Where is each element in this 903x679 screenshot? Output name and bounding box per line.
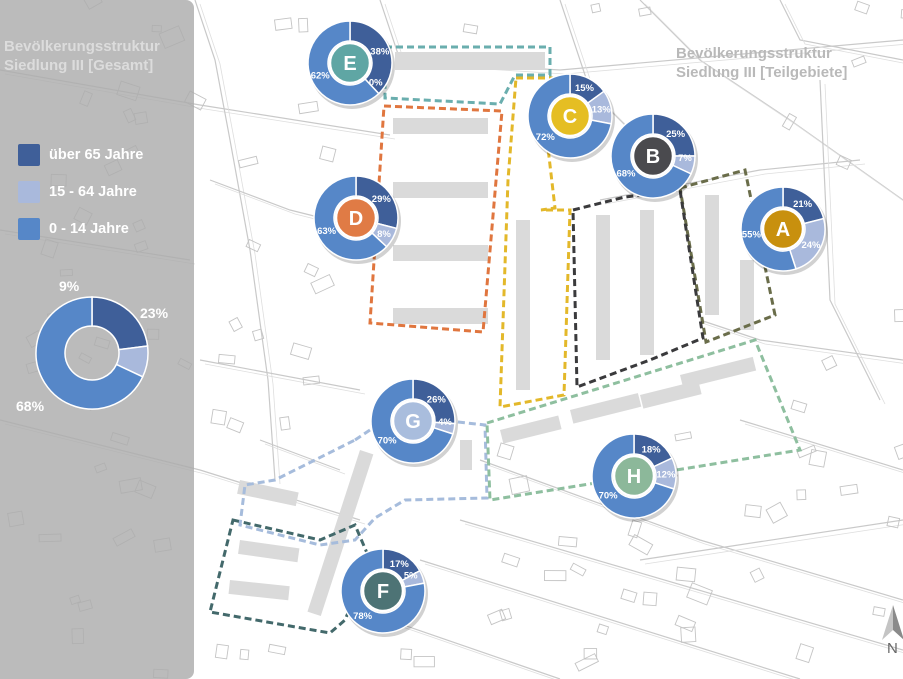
area-g-label-over65: 26%: [427, 395, 447, 406]
north-label: N: [887, 640, 898, 657]
area-f-label-age0to14: 78%: [353, 611, 373, 622]
area-e-label-age15to64: 0%: [369, 78, 383, 89]
area-g-label-age0to14: 70%: [378, 435, 398, 446]
overall-label-over65: 23%: [140, 305, 169, 321]
overall-title-line1: Bevölkerungsstruktur: [4, 38, 160, 55]
area-b-label-over65: 25%: [666, 129, 686, 140]
area-f-label-over65: 17%: [390, 559, 410, 570]
area-c-label-over65: 15%: [575, 83, 595, 94]
legend-label-0to14: 0 - 14 Jahre: [49, 221, 129, 237]
area-letter-b: B: [646, 146, 660, 168]
area-letter-e: E: [343, 53, 356, 75]
legend-swatch-15to64: [18, 181, 40, 203]
area-letter-f: F: [377, 581, 389, 603]
overall-title: Bevölkerungsstruktur Siedlung III [Gesam…: [4, 37, 160, 75]
area-h-label-age15to64: 12%: [656, 470, 676, 481]
subareas-title: Bevölkerungsstruktur Siedlung III [Teilg…: [676, 44, 847, 82]
area-letter-h: H: [627, 466, 641, 488]
donut-area-b: B 25% 7% 68%: [610, 113, 698, 202]
donut-area-g: G 26% 4% 70%: [370, 378, 458, 467]
area-d-label-age0to14: 63%: [317, 226, 337, 237]
area-e-label-age0to14: 62%: [311, 70, 331, 81]
subareas-title-line2: Siedlung III [Teilgebiete]: [676, 64, 848, 81]
area-e-label-over65: 38%: [370, 47, 390, 58]
legend-item-over65: über 65 Jahre: [18, 144, 143, 166]
legend-item-0to14: 0 - 14 Jahre: [18, 218, 129, 240]
area-letter-g: G: [405, 411, 421, 433]
north-arrow-right: [893, 605, 903, 640]
legend-swatch-0to14: [18, 218, 40, 240]
area-d-label-over65: 29%: [372, 194, 392, 205]
overall-label-15to64: 9%: [59, 278, 80, 294]
area-f-label-age15to64: 5%: [404, 570, 418, 581]
area-g-label-age15to64: 4%: [438, 417, 452, 428]
area-a-label-age0to14: 55%: [742, 230, 762, 241]
legend-item-15to64: 15 - 64 Jahre: [18, 181, 137, 203]
north-arrow-left: [882, 605, 893, 640]
area-d-label-age15to64: 8%: [377, 229, 391, 240]
area-b-label-age15to64: 7%: [678, 153, 692, 164]
legend-label-over65: über 65 Jahre: [49, 147, 144, 163]
donut-area-d: D 29% 8% 63%: [313, 175, 401, 264]
area-c-label-age0to14: 72%: [536, 132, 556, 143]
area-letter-c: C: [563, 106, 577, 128]
area-a-label-over65: 21%: [793, 199, 813, 210]
donut-area-h: H18% 12% 70%: [591, 433, 679, 522]
donut-area-e: E 38% 0% 62%: [307, 20, 395, 109]
area-a-label-age15to64: 24%: [801, 240, 821, 251]
donut-area-a: A21% 24% 55%: [740, 186, 828, 275]
area-b-label-age0to14: 68%: [616, 169, 636, 180]
area-c-label-age15to64: 13%: [592, 105, 612, 116]
subareas-title-line1: Bevölkerungsstruktur: [676, 45, 832, 62]
area-letter-a: A: [776, 219, 790, 241]
north-arrow: [882, 605, 903, 640]
donut-area-f: F17%5% 78%: [340, 548, 428, 637]
overall-label-0to14: 68%: [16, 398, 45, 414]
area-letter-d: D: [349, 208, 363, 230]
overall-title-line2: Siedlung III [Gesamt]: [4, 57, 154, 74]
area-h-label-over65: 18%: [642, 445, 662, 456]
legend-swatch-over65: [18, 144, 40, 166]
legend-label-15to64: 15 - 64 Jahre: [49, 184, 137, 200]
donut-area-c: C 15% 13% 72%: [527, 73, 615, 162]
area-h-label-age0to14: 70%: [599, 490, 619, 501]
map-figure: A 21% 24% 55% B 25% 7% 68% C 15% 13% 72% D 29% 8% 63% E 3…: [0, 0, 903, 679]
overall-donut: [35, 296, 149, 410]
overlay-canvas: A21% 24% 55% B 25% 7% 68% C 15% 13% 72% D 29% 8% 63% E 3…: [35, 20, 903, 640]
